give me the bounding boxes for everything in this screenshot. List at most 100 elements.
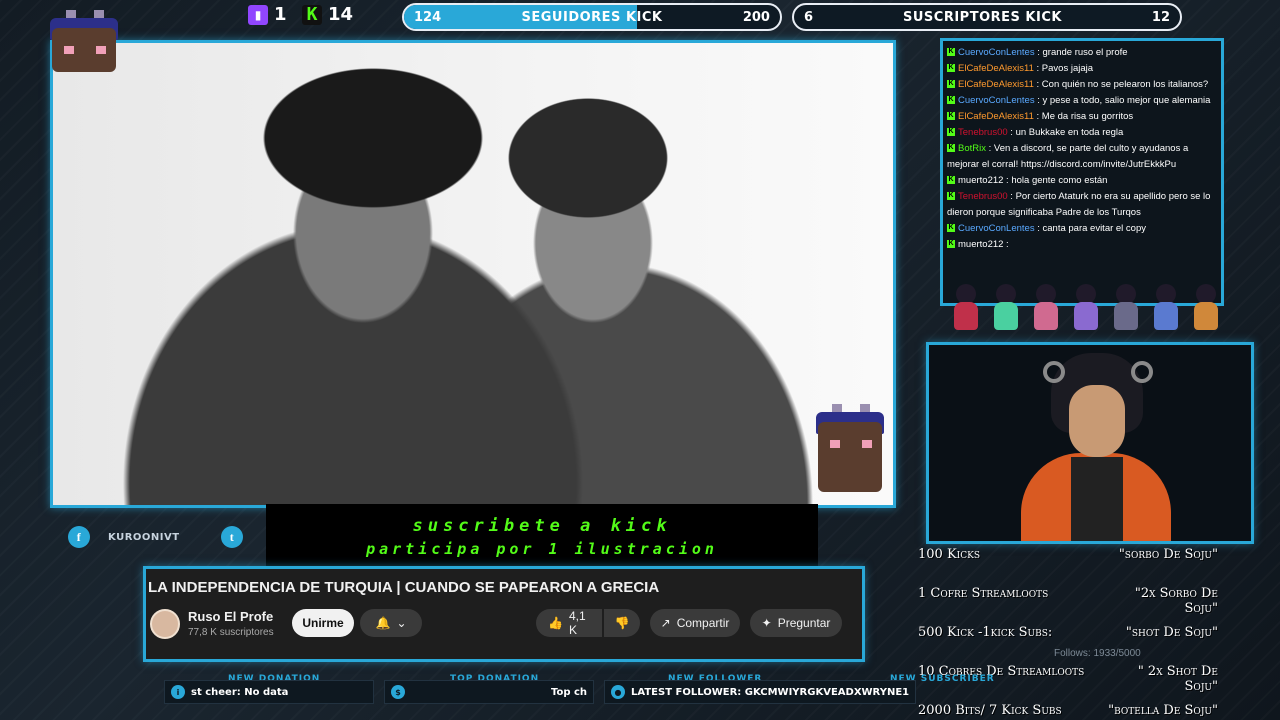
chat-message: K CuervoConLentes : canta para evitar el …	[947, 223, 1147, 234]
chat-message: K Tenebrus00 : Por cierto Ataturk no era …	[947, 191, 1211, 218]
subscriber-count: 77,8 K suscriptores	[188, 627, 274, 638]
followers-goal-bar: 124 SEGUIDORES KICK 200	[402, 3, 782, 31]
chat-text: hola gente como están	[1011, 175, 1108, 186]
command-row: 2000 Bits/ 7 Kick Subs "botella De Soju"	[916, 700, 1270, 720]
chibi-lineup	[948, 280, 1228, 334]
chibi-character	[1188, 280, 1224, 332]
chat-message: K Tenebrus00 : un Bukkake en toda regla	[947, 127, 1124, 138]
twitter-social: t	[221, 526, 243, 548]
chibi-character	[988, 280, 1024, 332]
chat-username[interactable]: Tenebrus00	[958, 127, 1008, 138]
chat-username[interactable]: muerto212	[958, 175, 1003, 186]
kick-badge-icon: K	[947, 48, 955, 57]
top-donation-text: Top ch	[551, 686, 588, 698]
chevron-down-icon: ⌄	[396, 616, 407, 630]
pixel-mascot-right	[802, 404, 898, 500]
chat-message: K CuervoConLentes : y pese a todo, salio …	[947, 95, 1211, 106]
command-trigger: 100 Kicks	[918, 547, 980, 562]
notifications-button[interactable]: 🔔 ⌄	[360, 609, 422, 637]
command-reward: "sorbo De Soju"	[1118, 547, 1218, 562]
chibi-character	[1108, 280, 1144, 332]
twitch-counter: ▮ 1	[248, 4, 287, 25]
chat-username[interactable]: muerto212	[958, 239, 1003, 250]
chat-message: Kmuerto212 :	[947, 239, 1009, 250]
chat-username[interactable]: CuervoConLentes	[958, 95, 1035, 106]
kick-badge-icon: K	[947, 144, 955, 153]
share-button[interactable]: ↗ Compartir	[650, 609, 740, 637]
like-button[interactable]: 👍 4,1 K	[536, 609, 602, 637]
facebook-icon: f	[68, 526, 90, 548]
video-title: LA INDEPENDENCIA DE TURQUIA | CUANDO SE …	[148, 579, 660, 596]
chat-text: y pese a todo, salio mejor que alemania	[1042, 95, 1211, 106]
chat-username[interactable]: BotRix	[958, 143, 986, 154]
kick-badge-icon: K	[947, 96, 955, 105]
facebook-social: f KUROONIVT	[68, 526, 180, 548]
youtube-video-panel: LA INDEPENDENCIA DE TURQUIA | CUANDO SE …	[143, 566, 865, 662]
pixel-mascot-left	[36, 10, 132, 80]
command-trigger: 2000 Bits/ 7 Kick Subs	[918, 703, 1062, 718]
command-reward: " 2x Shot De Soju"	[1137, 664, 1218, 694]
twitch-count: 1	[274, 4, 287, 25]
chat-message: K ElCafeDeAlexis11 : Con quién no se pele…	[947, 79, 1209, 90]
cheer-ticker: i st cheer: No data	[164, 680, 374, 704]
subs-goal-start: 6	[804, 9, 814, 25]
chat-username[interactable]: Tenebrus00	[958, 191, 1008, 202]
chibi-character	[1028, 280, 1064, 332]
subs-goal-label: SUSCRIPTORES KICK	[903, 9, 1062, 25]
command-trigger: 1 Cofre Streamloots	[918, 586, 1049, 601]
screen-capture-frame	[50, 40, 896, 508]
chat-text: grande ruso el profe	[1042, 47, 1128, 58]
promo-line-1: suscribete a kick	[412, 516, 672, 536]
chat-text: un Bukkake en toda regla	[1015, 127, 1124, 138]
stream-overlay: ▮ 1 K 14 124 SEGUIDORES KICK 200 6 SUSCR…	[0, 0, 1280, 720]
avatar-horn-icon	[1043, 361, 1065, 383]
chat-username[interactable]: CuervoConLentes	[958, 47, 1035, 58]
chat-username[interactable]: ElCafeDeAlexis11	[958, 111, 1034, 122]
channel-name[interactable]: Ruso El Profe	[188, 609, 273, 624]
cheer-text: st cheer: No data	[191, 686, 289, 698]
command-row: 1 Cofre Streamloots "2x Sorbo De Soju"	[916, 583, 1270, 622]
followers-goal-start: 124	[414, 9, 442, 25]
thumbs-down-icon: 👎	[614, 616, 630, 630]
share-icon: ↗	[660, 616, 671, 630]
kick-badge-icon: K	[947, 240, 955, 249]
subs-goal-end: 12	[1151, 9, 1170, 25]
subs-goal-bar: 6 SUSCRIPTORES KICK 12	[792, 3, 1182, 31]
money-bag-icon: $	[391, 685, 405, 699]
top-donation-ticker: $ Top ch	[384, 680, 594, 704]
twitch-icon: ▮	[248, 4, 268, 25]
sparkle-icon: ✦	[761, 616, 772, 630]
ask-button[interactable]: ✦ Preguntar	[750, 609, 842, 637]
avatar-horn-icon	[1131, 361, 1153, 383]
join-button[interactable]: Unirme	[292, 609, 354, 637]
kick-badge-icon: K	[947, 224, 955, 233]
promo-banner: suscribete a kick participa por 1 ilustr…	[266, 504, 818, 566]
info-icon: i	[171, 685, 185, 699]
kick-badge-icon: K	[947, 112, 955, 121]
chat-username[interactable]: ElCafeDeAlexis11	[958, 63, 1034, 74]
drink-commands-list: 100 Kicks "sorbo De Soju" 1 Cofre Streamlo…	[916, 544, 1270, 720]
dislike-button[interactable]: 👎	[604, 609, 640, 637]
kick-badge-icon: K	[947, 80, 955, 89]
command-reward: "2x Sorbo De Soju"	[1134, 586, 1218, 616]
chat-message: Kmuerto212 : hola gente como están	[947, 175, 1108, 186]
followers-goal-end: 200	[742, 9, 770, 25]
historical-photo	[53, 43, 893, 505]
chat-message: K BotRix : Ven a discord, se parte del cu…	[947, 143, 1189, 170]
chat-message: K ElCafeDeAlexis11 : Pavos jajaja	[947, 63, 1094, 74]
command-row: 100 Kicks "sorbo De Soju"	[916, 544, 1270, 583]
kick-badge-icon: K	[947, 176, 955, 185]
chat-username[interactable]: CuervoConLentes	[958, 223, 1035, 234]
vtuber-webcam	[926, 342, 1254, 544]
chat-text: Pavos jajaja	[1041, 63, 1094, 74]
chat-username[interactable]: ElCafeDeAlexis11	[958, 79, 1034, 90]
kick-count: 14	[328, 4, 354, 25]
chat-panel[interactable]: K CuervoConLentes : grande ruso el profe K…	[940, 38, 1224, 306]
chat-message: K CuervoConLentes : grande ruso el profe	[947, 47, 1128, 58]
avatar-face	[1069, 385, 1125, 457]
promo-line-2: participa por 1 ilustracion	[366, 540, 718, 558]
channel-avatar[interactable]	[150, 609, 180, 639]
user-icon: ●	[611, 685, 625, 699]
follows-counter: Follows: 1933/5000	[1054, 648, 1141, 659]
like-count: 4,1 K	[568, 609, 586, 637]
